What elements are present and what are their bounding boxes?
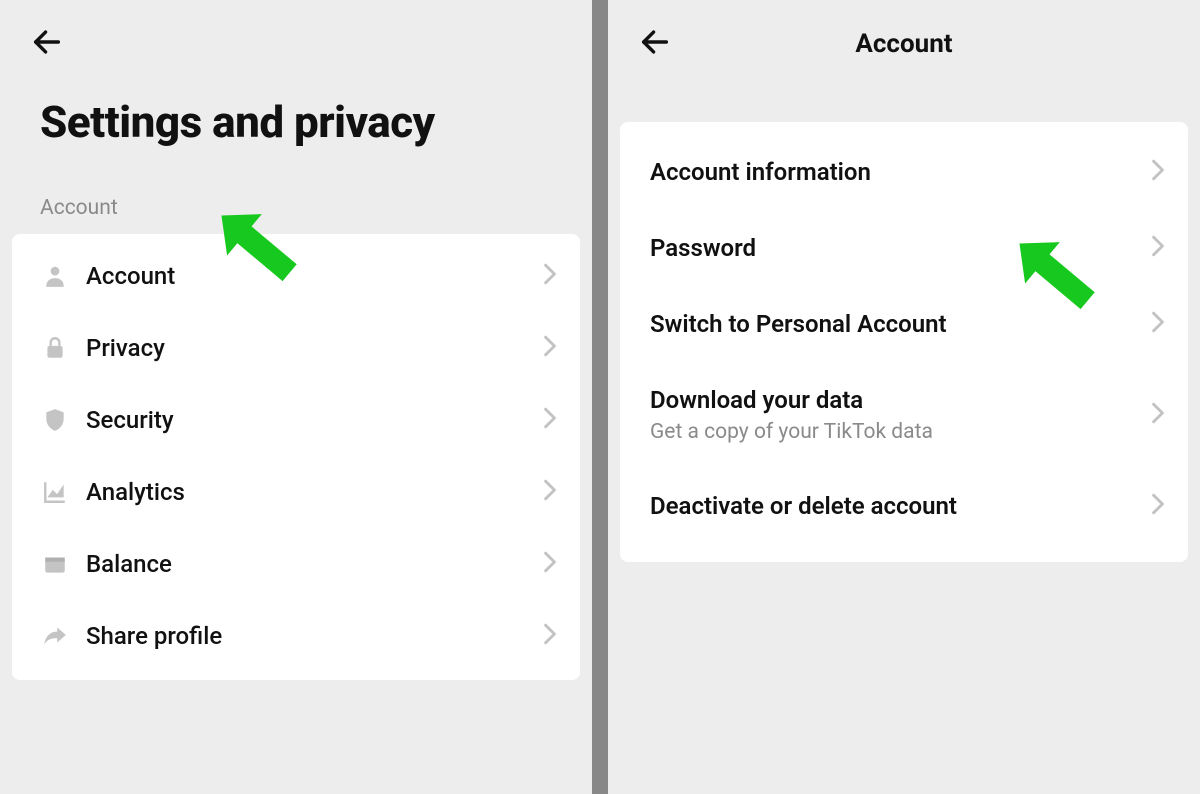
share-icon — [38, 623, 72, 649]
row-label: Security — [86, 406, 542, 434]
chevron-right-icon — [1150, 402, 1166, 428]
chevron-right-icon — [1150, 235, 1166, 261]
chevron-right-icon — [1150, 311, 1166, 337]
settings-card: Account Privacy Security — [12, 234, 580, 680]
page-title: Settings and privacy — [0, 70, 592, 148]
shield-icon — [38, 407, 72, 433]
settings-panel: Settings and privacy Account Account Pri… — [0, 0, 592, 794]
back-arrow-icon[interactable] — [30, 25, 64, 63]
header-bar — [0, 0, 592, 70]
person-icon — [38, 263, 72, 289]
chevron-right-icon — [1150, 159, 1166, 185]
row-balance[interactable]: Balance — [12, 528, 580, 600]
row-share-profile[interactable]: Share profile — [12, 600, 580, 672]
row-label: Analytics — [86, 478, 542, 506]
row-label: Password — [650, 234, 1150, 262]
row-deactivate[interactable]: Deactivate or delete account — [620, 468, 1188, 544]
row-download-data[interactable]: Download your data Get a copy of your Ti… — [620, 362, 1188, 468]
row-label: Account — [86, 262, 542, 290]
analytics-icon — [38, 479, 72, 505]
row-label: Deactivate or delete account — [650, 492, 1150, 520]
wallet-icon — [38, 551, 72, 577]
chevron-right-icon — [542, 623, 558, 649]
section-label-account: Account — [0, 148, 592, 234]
row-label: Account information — [650, 158, 1150, 186]
page-title: Account — [608, 29, 1200, 59]
row-privacy[interactable]: Privacy — [12, 312, 580, 384]
account-panel: Account Account information Password Swi… — [608, 0, 1200, 794]
row-account-information[interactable]: Account information — [620, 134, 1188, 210]
row-password[interactable]: Password — [620, 210, 1188, 286]
chevron-right-icon — [542, 407, 558, 433]
row-security[interactable]: Security — [12, 384, 580, 456]
row-label: Download your data — [650, 386, 1150, 414]
chevron-right-icon — [542, 263, 558, 289]
lock-icon — [38, 335, 72, 361]
back-arrow-icon[interactable] — [638, 25, 672, 63]
header-bar: Account — [608, 0, 1200, 70]
row-account[interactable]: Account — [12, 240, 580, 312]
row-label: Balance — [86, 550, 542, 578]
chevron-right-icon — [542, 335, 558, 361]
row-label: Privacy — [86, 334, 542, 362]
chevron-right-icon — [1150, 493, 1166, 519]
account-card: Account information Password Switch to P… — [620, 122, 1188, 562]
row-label: Switch to Personal Account — [650, 310, 1150, 338]
row-analytics[interactable]: Analytics — [12, 456, 580, 528]
chevron-right-icon — [542, 551, 558, 577]
chevron-right-icon — [542, 479, 558, 505]
row-sublabel: Get a copy of your TikTok data — [650, 420, 1150, 444]
row-label: Share profile — [86, 622, 542, 650]
row-switch-personal[interactable]: Switch to Personal Account — [620, 286, 1188, 362]
